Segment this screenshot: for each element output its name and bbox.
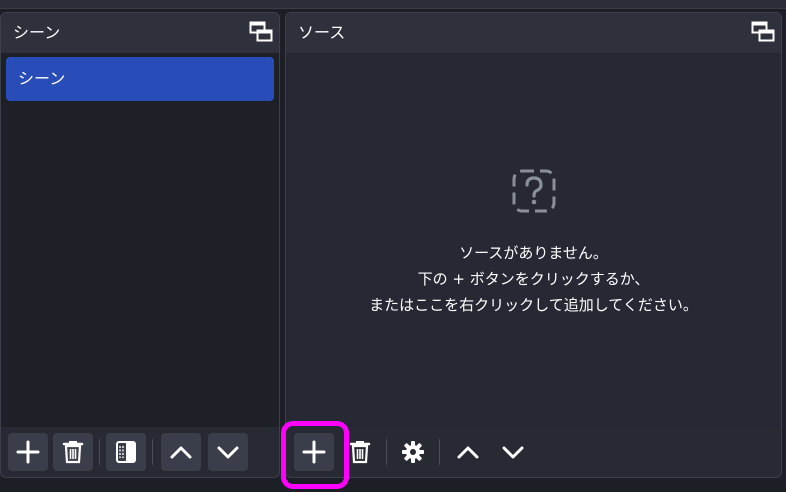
chevron-down-icon (217, 446, 239, 459)
scene-item-label: シーン (18, 69, 66, 88)
move-scene-down-button[interactable] (208, 433, 248, 471)
scene-item[interactable]: シーン (6, 57, 274, 101)
source-properties-button[interactable] (393, 433, 433, 471)
undock-icon[interactable] (249, 21, 273, 43)
filter-icon (116, 441, 136, 463)
trash-icon (62, 441, 84, 464)
sources-empty-state: ソースがありません。 下の + ボタンをクリックするか、 またはここを右クリック… (286, 168, 781, 318)
sources-list[interactable]: ソースがありません。 下の + ボタンをクリックするか、 またはここを右クリック… (286, 53, 781, 427)
sources-toolbar (286, 427, 781, 477)
question-mark-icon (512, 169, 555, 213)
move-source-down-button[interactable] (493, 433, 533, 471)
toolbar-separator (386, 439, 387, 465)
gear-icon (402, 441, 424, 463)
scenes-toolbar (1, 427, 279, 477)
add-source-button[interactable] (294, 433, 334, 471)
move-source-up-button[interactable] (448, 433, 488, 471)
empty-message-line: 下の + ボタンをクリックするか、 (417, 270, 650, 288)
sources-dock: ソース ソースがありません。 下の + ボタンをクリックするか、 またはここを右… (285, 12, 782, 478)
scenes-dock-header: シーン (1, 13, 279, 53)
move-scene-up-button[interactable] (161, 433, 201, 471)
top-menu-strip (0, 0, 786, 9)
remove-scene-button[interactable] (53, 433, 93, 471)
remove-source-button[interactable] (340, 433, 380, 471)
scene-filters-button[interactable] (106, 433, 146, 471)
chevron-up-icon (170, 446, 192, 459)
trash-icon (349, 441, 371, 464)
chevron-up-icon (457, 446, 479, 459)
plus-icon (16, 440, 40, 464)
undock-icon[interactable] (751, 21, 775, 43)
empty-message-line: ソースがありません。 (459, 244, 608, 262)
add-scene-button[interactable] (8, 433, 48, 471)
toolbar-separator (152, 439, 153, 465)
sources-dock-header: ソース (286, 13, 781, 53)
empty-message-line: またはここを右クリックして追加してください。 (369, 296, 698, 314)
plus-icon (302, 440, 326, 464)
toolbar-separator (439, 439, 440, 465)
toolbar-separator (99, 439, 100, 465)
scenes-dock-title: シーン (13, 23, 61, 42)
scenes-dock: シーン シーン (0, 12, 280, 478)
scenes-list[interactable]: シーン (1, 53, 279, 427)
sources-dock-title: ソース (298, 23, 346, 42)
chevron-down-icon (502, 446, 524, 459)
